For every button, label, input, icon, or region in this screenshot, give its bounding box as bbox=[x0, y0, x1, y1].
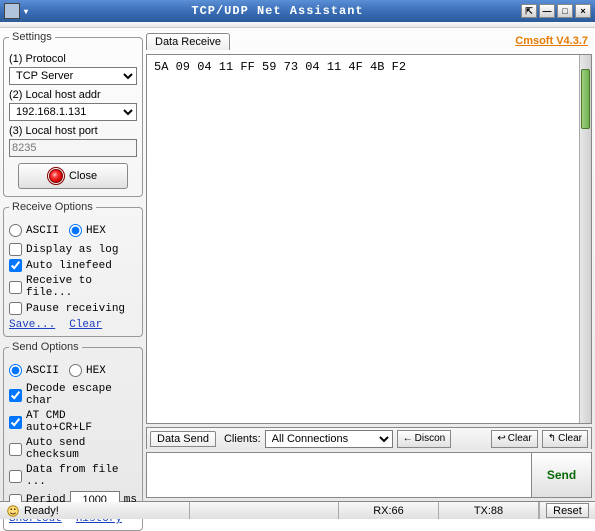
settings-group: Settings (1) Protocol TCP Server (2) Loc… bbox=[3, 31, 143, 197]
settings-legend: Settings bbox=[9, 31, 55, 43]
record-icon bbox=[49, 169, 63, 183]
clear-send-button[interactable]: ↩Clear bbox=[491, 430, 537, 448]
up-left-icon: ↰ bbox=[548, 433, 556, 444]
pause-receiving-checkbox[interactable] bbox=[9, 302, 22, 315]
receive-area: 5A 09 04 11 FF 59 73 04 11 4F 4B F2 bbox=[146, 54, 592, 424]
clear-recv-button[interactable]: ↰Clear bbox=[542, 430, 588, 448]
send-button[interactable]: Send bbox=[531, 453, 591, 497]
protocol-label: (1) Protocol bbox=[9, 53, 137, 65]
window-title: TCP/UDP Net Assistant bbox=[34, 4, 521, 18]
arrow-left-icon: ← bbox=[403, 433, 413, 444]
maximize-button[interactable]: □ bbox=[557, 4, 573, 18]
send-hex-radio[interactable] bbox=[69, 364, 82, 377]
tab-data-receive[interactable]: Data Receive bbox=[146, 33, 230, 50]
tab-data-send[interactable]: Data Send bbox=[150, 431, 216, 447]
minimize-button[interactable]: — bbox=[539, 4, 555, 18]
pin-icon[interactable]: ⇱ bbox=[521, 4, 537, 18]
status-rx: RX:66 bbox=[339, 502, 439, 519]
scrollbar[interactable] bbox=[579, 55, 591, 423]
decode-escape-checkbox[interactable] bbox=[9, 389, 22, 402]
ready-icon bbox=[6, 504, 20, 518]
close-button-label: Close bbox=[69, 170, 97, 182]
auto-checksum-checkbox[interactable] bbox=[9, 443, 22, 456]
close-connection-button[interactable]: Close bbox=[18, 163, 128, 189]
close-window-button[interactable]: × bbox=[575, 4, 591, 18]
return-icon: ↩ bbox=[497, 433, 505, 444]
clients-label: Clients: bbox=[224, 433, 261, 445]
app-icon bbox=[4, 3, 20, 19]
receive-options-legend: Receive Options bbox=[9, 201, 96, 213]
brand-link[interactable]: Cmsoft V4.3.7 bbox=[515, 35, 592, 47]
status-bar: Ready! RX:66 TX:88 Reset bbox=[0, 501, 595, 519]
receive-options-group: Receive Options ASCII HEX Display as log… bbox=[3, 201, 143, 337]
recv-hex-radio[interactable] bbox=[69, 224, 82, 237]
recv-clear-link[interactable]: Clear bbox=[69, 319, 102, 331]
status-tx: TX:88 bbox=[439, 502, 539, 519]
disconnect-button[interactable]: ←Discon bbox=[397, 430, 452, 448]
sysmenu-drop-icon[interactable]: ▾ bbox=[24, 7, 34, 16]
recv-save-link[interactable]: Save... bbox=[9, 319, 55, 331]
title-bar: ▾ TCP/UDP Net Assistant ⇱ — □ × bbox=[0, 0, 595, 22]
host-port-label: (3) Local host port bbox=[9, 125, 137, 137]
status-ready: Ready! bbox=[24, 505, 59, 517]
data-from-file-checkbox[interactable] bbox=[9, 470, 22, 483]
send-input[interactable] bbox=[147, 453, 531, 497]
scrollbar-thumb[interactable] bbox=[581, 69, 590, 129]
protocol-select[interactable]: TCP Server bbox=[9, 67, 137, 85]
recv-ascii-radio[interactable] bbox=[9, 224, 22, 237]
send-header: Data Send Clients: All Connections ←Disc… bbox=[146, 427, 592, 449]
host-addr-label: (2) Local host addr bbox=[9, 89, 137, 101]
reset-button[interactable]: Reset bbox=[546, 503, 589, 518]
host-addr-select[interactable]: 192.168.1.131 bbox=[9, 103, 137, 121]
send-options-legend: Send Options bbox=[9, 341, 82, 353]
receive-to-file-checkbox[interactable] bbox=[9, 281, 22, 294]
at-cmd-checkbox[interactable] bbox=[9, 416, 22, 429]
auto-linefeed-checkbox[interactable] bbox=[9, 259, 22, 272]
host-port-input[interactable] bbox=[9, 139, 137, 157]
receive-text[interactable]: 5A 09 04 11 FF 59 73 04 11 4F 4B F2 bbox=[148, 56, 579, 422]
clients-select[interactable]: All Connections bbox=[265, 430, 393, 448]
send-ascii-radio[interactable] bbox=[9, 364, 22, 377]
display-as-log-checkbox[interactable] bbox=[9, 243, 22, 256]
